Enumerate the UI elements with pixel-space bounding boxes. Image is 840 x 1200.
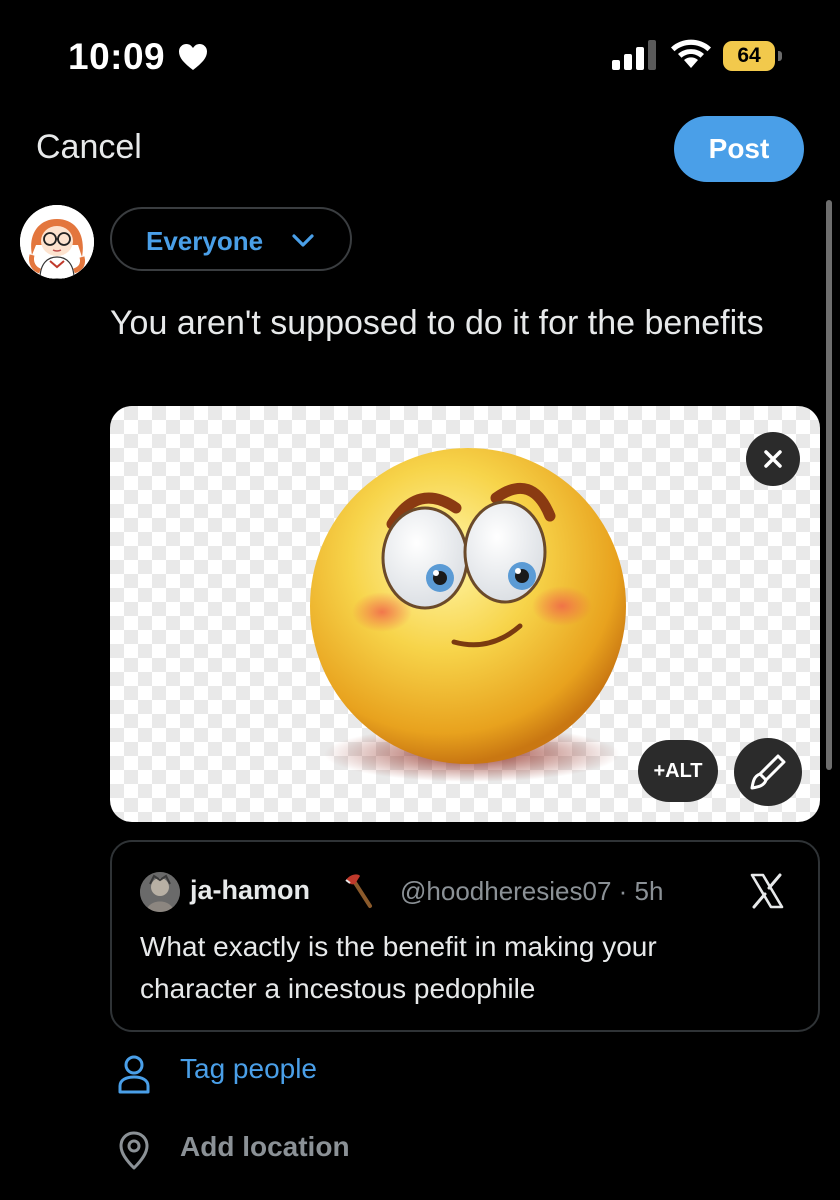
- scrollbar[interactable]: [826, 200, 832, 770]
- battery-percent: 64: [737, 44, 761, 67]
- quoted-post-text: What exactly is the benefit in making yo…: [140, 931, 657, 1004]
- status-time: 10:09: [68, 36, 166, 77]
- brush-edit-icon: [750, 754, 786, 790]
- close-icon: [764, 450, 782, 468]
- cellular-signal-icon: [612, 40, 656, 70]
- heart-icon: [179, 44, 207, 70]
- wifi-icon: [671, 39, 711, 68]
- quoted-handle-and-time: @hoodheresies07 · 5h: [400, 876, 664, 906]
- quoted-user-name: ja-hamon: [190, 875, 311, 905]
- blushing-emoji-image: [310, 448, 626, 782]
- audience-label: Everyone: [146, 226, 264, 256]
- chevron-down-icon: [292, 234, 314, 247]
- compose-text-input[interactable]: You aren't supposed to do it for the ben…: [110, 300, 800, 346]
- edit-media-button[interactable]: [734, 738, 802, 806]
- axe-icon: [345, 874, 372, 908]
- audience-selector[interactable]: Everyone: [110, 207, 352, 271]
- add-location-button[interactable]: Add location: [180, 1131, 350, 1163]
- user-avatar[interactable]: [20, 205, 94, 279]
- remove-media-button[interactable]: [746, 432, 800, 486]
- quoted-user-avatar: [140, 872, 180, 912]
- battery-tip: [778, 51, 782, 61]
- quoted-post[interactable]: ja-hamon @hoodheresies07 · 5h What exact…: [110, 840, 820, 1032]
- cancel-button[interactable]: Cancel: [36, 128, 142, 167]
- post-button[interactable]: Post: [674, 116, 804, 182]
- x-logo-icon: [750, 873, 784, 909]
- person-icon[interactable]: [116, 1054, 152, 1094]
- location-pin-icon[interactable]: [116, 1130, 152, 1170]
- attached-image: +ALT: [110, 406, 820, 822]
- tag-people-button[interactable]: Tag people: [180, 1053, 317, 1085]
- battery-indicator: 64: [723, 41, 785, 71]
- add-alt-text-button[interactable]: +ALT: [638, 740, 718, 802]
